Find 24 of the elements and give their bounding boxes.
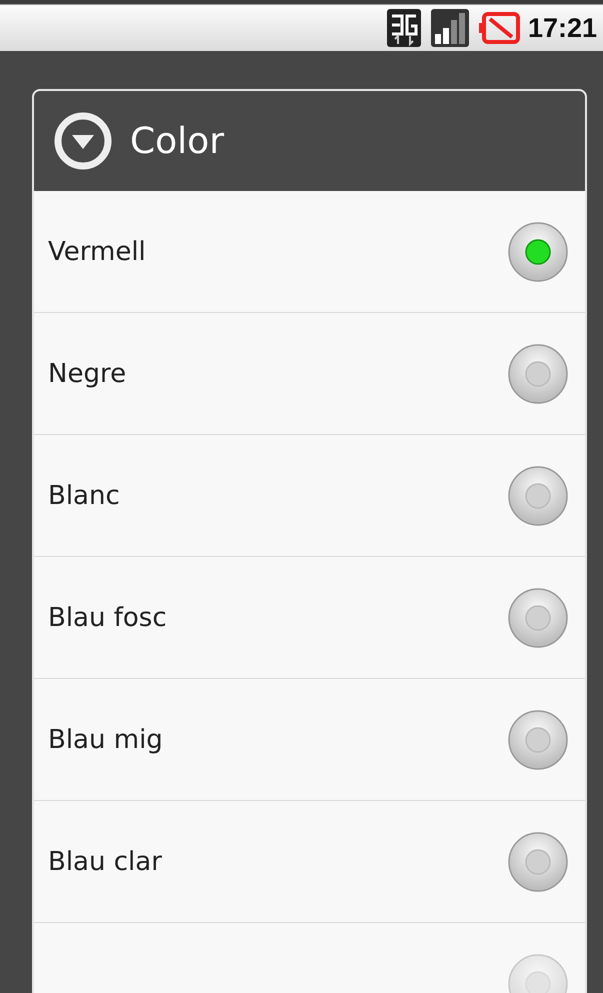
radio-button[interactable] xyxy=(507,464,569,526)
radio-button[interactable] xyxy=(507,708,569,770)
radio-button[interactable] xyxy=(507,220,569,282)
option-label: Vermell xyxy=(48,236,146,266)
option-row[interactable]: Negre xyxy=(34,313,585,435)
option-row[interactable]: Blau mig xyxy=(34,679,585,801)
option-label: Blanc xyxy=(48,480,120,510)
battery-missing-icon xyxy=(478,11,520,45)
option-label: Blau fosc xyxy=(48,602,167,632)
radio-button[interactable] xyxy=(507,342,569,404)
option-label: Blau clar xyxy=(48,846,162,876)
dropdown-icon xyxy=(54,112,112,170)
option-row[interactable]: Blau clar xyxy=(34,801,585,923)
network-3g-icon xyxy=(386,8,422,48)
option-label: Negre xyxy=(48,358,126,388)
option-row[interactable]: Blau fosc xyxy=(34,557,585,679)
option-label: Blau mig xyxy=(48,724,163,754)
radio-button[interactable] xyxy=(507,830,569,892)
clock-time: 17:21 xyxy=(528,12,597,44)
signal-icon xyxy=(430,8,470,48)
option-row[interactable]: Blanc xyxy=(34,435,585,557)
dialog-title: Color xyxy=(130,120,224,162)
radio-button[interactable] xyxy=(507,586,569,648)
option-row[interactable]: Vermell xyxy=(34,191,585,313)
